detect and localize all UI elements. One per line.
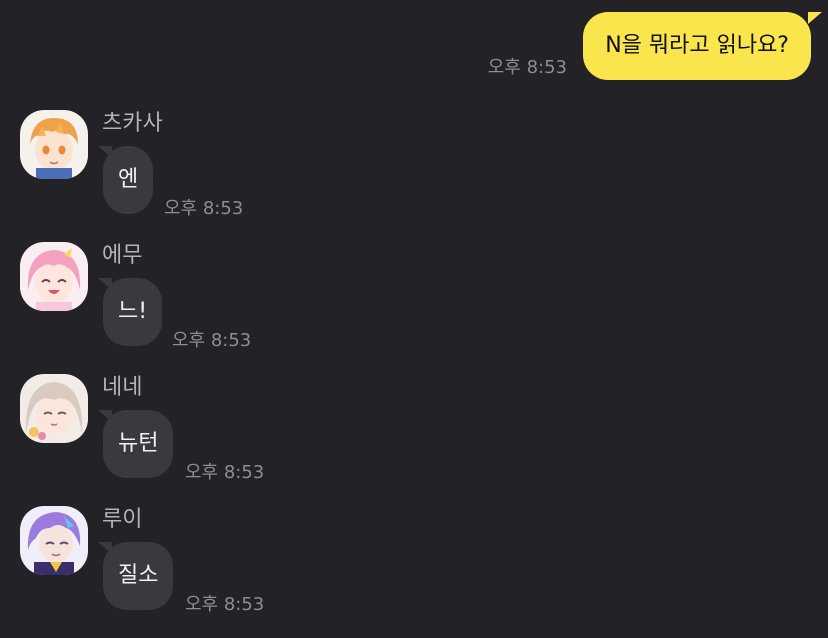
- message-time: 오후 8:53: [185, 462, 265, 483]
- my-bubble-tail: [808, 12, 822, 24]
- avatar-beige-hair-girl-icon[interactable]: [20, 374, 88, 443]
- my-message: 오후 8:53 N을 뭐라고 읽나요?: [0, 0, 828, 100]
- message-time: 오후 8:53: [185, 594, 265, 615]
- message-bubble[interactable]: 뉴턴: [103, 410, 174, 478]
- avatar-orange-hair-boy-icon[interactable]: [20, 110, 88, 179]
- message-bubble[interactable]: 질소: [103, 542, 174, 610]
- avatar-purple-hair-boy-icon[interactable]: [20, 506, 88, 575]
- message-time: 오후 8:53: [172, 330, 252, 351]
- sender-name: 루이: [102, 507, 143, 532]
- message-item: 루이 질소 오후 8:53: [0, 506, 828, 638]
- message-item: 츠카사 엔 오후 8:53: [0, 110, 828, 242]
- message-bubble[interactable]: 느!: [103, 278, 163, 346]
- my-message-bubble[interactable]: N을 뭐라고 읽나요?: [583, 12, 811, 80]
- sender-name: 에무: [102, 243, 143, 268]
- message-item: 네네 뉴턴 오후 8:53: [0, 374, 828, 506]
- sender-name: 츠카사: [102, 111, 163, 136]
- sender-name: 네네: [102, 375, 143, 400]
- message-bubble[interactable]: 엔: [103, 146, 154, 214]
- message-item: 에무 느! 오후 8:53: [0, 242, 828, 374]
- chat-room: 오후 8:53 N을 뭐라고 읽나요? 츠카사 엔 오후 8:53 에무 느! …: [0, 0, 828, 636]
- my-message-time: 오후 8:53: [487, 57, 567, 78]
- avatar-pink-hair-girl-icon[interactable]: [20, 242, 88, 311]
- message-time: 오후 8:53: [164, 198, 244, 219]
